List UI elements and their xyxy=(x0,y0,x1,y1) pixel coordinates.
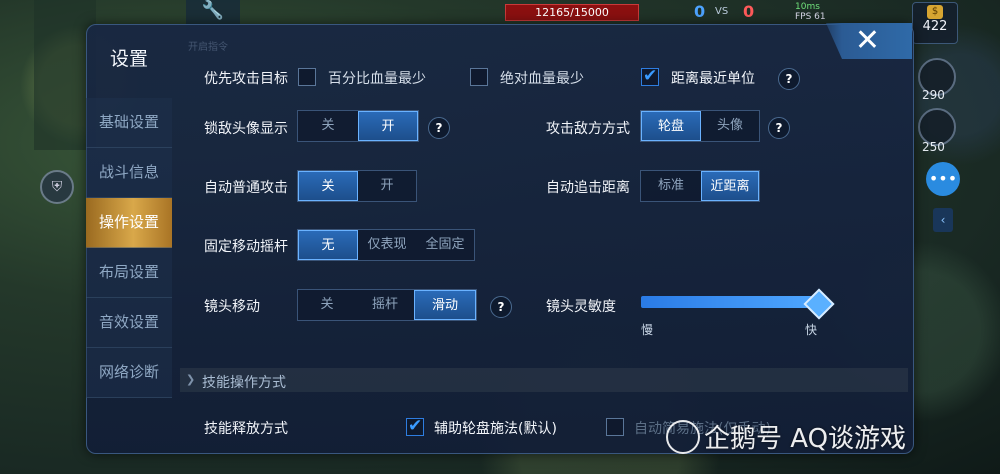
faded-header: 开启指令 xyxy=(188,42,228,53)
skill-slot-2-value: 250 xyxy=(922,140,945,154)
sidebar-item-audio[interactable]: 音效设置 xyxy=(86,298,172,348)
camera-move-off[interactable]: 关 xyxy=(298,290,356,320)
camera-sensitivity-label: 镜头灵敏度 xyxy=(546,299,616,315)
auto-attack-off[interactable]: 关 xyxy=(298,171,358,201)
sidebar-item-basic[interactable]: 基础设置 xyxy=(86,98,172,148)
attack-mode-wheel[interactable]: 轮盘 xyxy=(641,111,701,141)
auto-attack-label: 自动普通攻击 xyxy=(204,180,288,196)
lock-avatar-label: 锁敌头像显示 xyxy=(204,121,288,137)
camera-move-swipe[interactable]: 滑动 xyxy=(414,290,476,320)
hp-bar: 12165/15000 xyxy=(505,4,639,21)
shield-icon[interactable]: ⛨ xyxy=(40,170,74,204)
lock-avatar-off[interactable]: 关 xyxy=(298,111,358,141)
attack-mode-avatar[interactable]: 头像 xyxy=(701,111,759,141)
release-mode-label: 技能释放方式 xyxy=(204,421,288,437)
chat-icon[interactable]: ••• xyxy=(926,162,960,196)
help-icon[interactable]: ? xyxy=(428,117,450,139)
sidebar-item-battle-info[interactable]: 战斗信息 xyxy=(86,148,172,198)
fixed-joystick-visual[interactable]: 仅表现 xyxy=(358,230,416,260)
option-assist-wheel: 辅助轮盘施法(默认) xyxy=(434,421,557,437)
attack-mode-label: 攻击敌方方式 xyxy=(546,121,630,137)
gold-counter[interactable]: $ 422 xyxy=(912,2,958,44)
attack-mode-toggle: 轮盘 头像 xyxy=(640,110,760,142)
checkbox-percent-hp[interactable] xyxy=(298,68,316,86)
lock-avatar-on[interactable]: 开 xyxy=(358,111,418,141)
chevron-right-icon: ❯ xyxy=(186,373,196,386)
checkbox-auto-simple[interactable] xyxy=(606,418,624,436)
help-icon[interactable]: ? xyxy=(768,117,790,139)
priority-target-label: 优先攻击目标 xyxy=(204,71,288,87)
fixed-joystick-none[interactable]: 无 xyxy=(298,230,358,260)
camera-move-joystick[interactable]: 摇杆 xyxy=(356,290,414,320)
close-icon: ✕ xyxy=(854,23,880,58)
sidebar-item-controls[interactable]: 操作设置 xyxy=(86,198,172,248)
red-score: 0 xyxy=(743,2,755,21)
camera-move-label: 镜头移动 xyxy=(204,299,260,315)
camera-sensitivity-slider[interactable] xyxy=(641,296,819,308)
blue-score: 0 xyxy=(694,2,706,21)
gold-amount: 422 xyxy=(922,19,948,34)
auto-chase-toggle: 标准 近距离 xyxy=(640,170,760,202)
fixed-joystick-label: 固定移动摇杆 xyxy=(204,239,288,255)
option-percent-hp: 百分比血量最少 xyxy=(328,71,426,87)
slider-min-label: 慢 xyxy=(641,323,654,337)
option-nearest-unit: 距离最近单位 xyxy=(671,71,755,87)
watermark: 企鹅号 AQ谈游戏 xyxy=(704,424,907,454)
section-header xyxy=(180,368,908,392)
watermark-logo-icon xyxy=(666,420,700,454)
top-hud: 12165/15000 0 VS 0 10ms FPS 61 xyxy=(0,0,1000,24)
gold-icon: $ xyxy=(927,5,943,19)
vs-label: VS xyxy=(715,6,729,17)
auto-chase-label: 自动追击距离 xyxy=(546,180,630,196)
auto-attack-on[interactable]: 开 xyxy=(358,171,416,201)
sidebar-item-network[interactable]: 网络诊断 xyxy=(86,348,172,398)
checkbox-assist-wheel[interactable] xyxy=(406,416,424,436)
checkbox-nearest-unit[interactable] xyxy=(641,66,659,86)
section-title: 技能操作方式 xyxy=(202,375,286,391)
help-icon[interactable]: ? xyxy=(778,68,800,90)
checkbox-absolute-hp[interactable] xyxy=(470,68,488,86)
sidebar-item-layout[interactable]: 布局设置 xyxy=(86,248,172,298)
camera-move-toggle: 关 摇杆 滑动 xyxy=(297,289,477,321)
lock-avatar-toggle: 关 开 xyxy=(297,110,419,142)
option-absolute-hp: 绝对血量最少 xyxy=(500,71,584,87)
slider-max-label: 快 xyxy=(805,323,818,337)
fps-readout: FPS 61 xyxy=(795,12,826,22)
auto-attack-toggle: 关 开 xyxy=(297,170,417,202)
auto-chase-standard[interactable]: 标准 xyxy=(641,171,701,201)
page-title: 设置 xyxy=(110,48,149,70)
chevron-left-icon[interactable]: ‹ xyxy=(933,208,953,232)
help-icon[interactable]: ? xyxy=(490,296,512,318)
fixed-joystick-full[interactable]: 全固定 xyxy=(416,230,474,260)
skill-slot-1-value: 290 xyxy=(922,88,945,102)
fixed-joystick-toggle: 无 仅表现 全固定 xyxy=(297,229,475,261)
sidebar: 基础设置 战斗信息 操作设置 布局设置 音效设置 网络诊断 xyxy=(86,98,172,398)
ping-readout: 10ms xyxy=(795,2,820,12)
auto-chase-close[interactable]: 近距离 xyxy=(701,171,759,201)
